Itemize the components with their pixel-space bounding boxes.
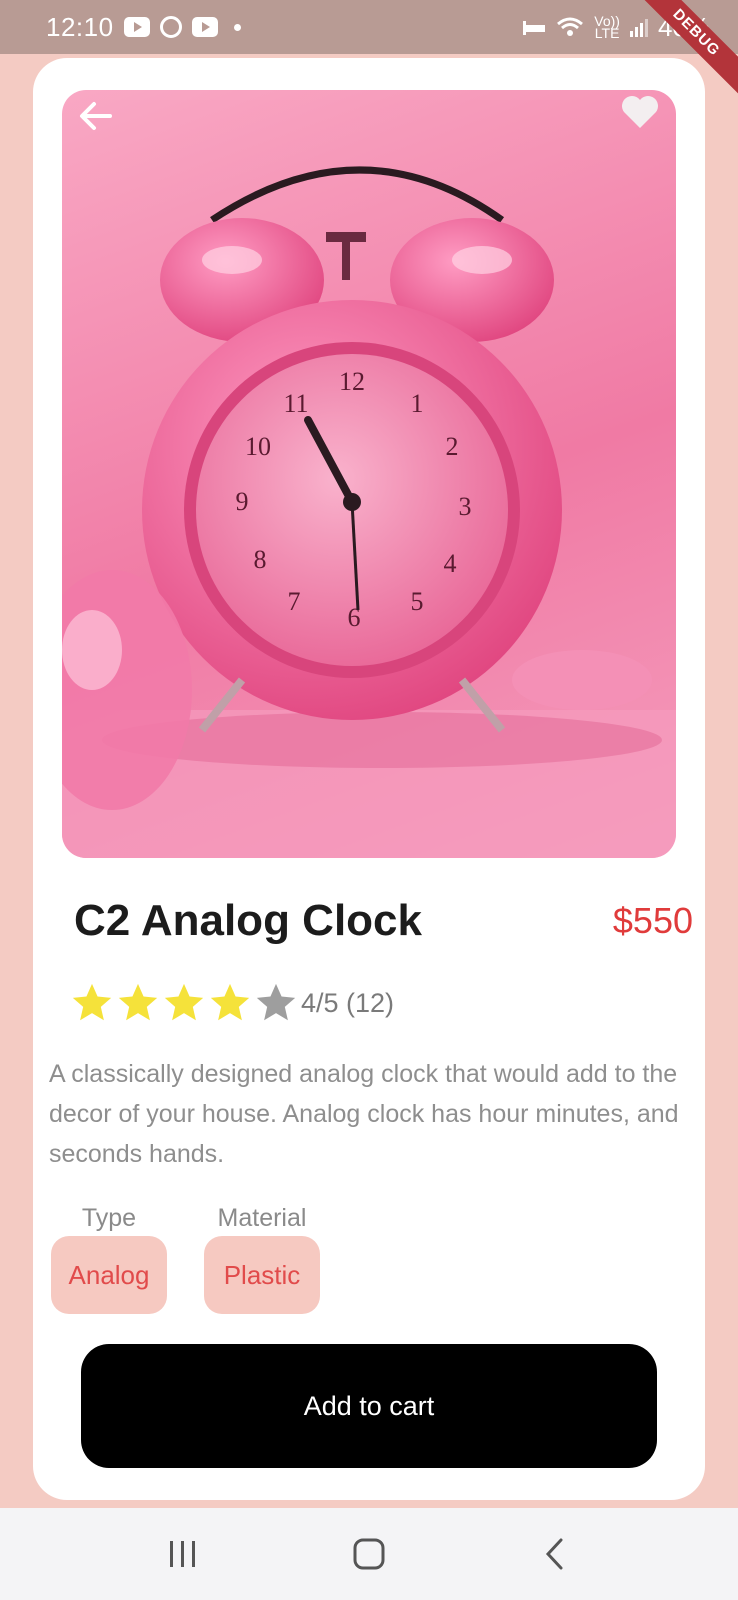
status-bar: 12:10 Vo)) LTE 40% <box>0 0 738 54</box>
svg-text:11: 11 <box>283 389 308 418</box>
attribute-material: Material Plastic <box>204 1202 320 1314</box>
system-nav-bar <box>0 1508 738 1600</box>
arrow-left-icon <box>80 102 112 130</box>
product-rating: 4/5 (12) <box>69 980 394 1026</box>
nav-home-button[interactable] <box>339 1524 399 1584</box>
lte-indicator: Vo)) LTE <box>594 14 620 41</box>
whatsapp-icon <box>159 16 182 38</box>
svg-text:2: 2 <box>446 432 459 461</box>
add-to-cart-button[interactable]: Add to cart <box>81 1344 657 1468</box>
svg-text:7: 7 <box>288 587 301 616</box>
favorite-button[interactable] <box>620 94 666 140</box>
nav-recents-button[interactable] <box>153 1524 213 1584</box>
product-card: 12 1 2 3 4 5 6 7 8 9 10 11 C2 Analog Clo… <box>33 58 705 1500</box>
attribute-type-chip[interactable]: Analog <box>51 1236 167 1314</box>
network-label: LTE <box>594 25 620 41</box>
product-description: A classically designed analog clock that… <box>49 1060 679 1168</box>
status-time: 12:10 <box>46 11 114 42</box>
svg-text:4: 4 <box>444 549 457 578</box>
product-title: C2 Analog Clock <box>74 896 422 945</box>
nav-back-button[interactable] <box>525 1524 585 1584</box>
alarm-bed-icon <box>523 21 546 35</box>
notification-dot-icon <box>233 23 241 31</box>
signal-icon <box>629 17 648 37</box>
svg-text:5: 5 <box>411 587 424 616</box>
home-icon <box>353 1538 385 1570</box>
star-filled-icon <box>118 983 158 1021</box>
star-filled-icon <box>164 983 204 1021</box>
rating-text: 4/5 (12) <box>301 987 395 1018</box>
product-price: $550 <box>612 900 693 941</box>
svg-text:12: 12 <box>339 367 365 396</box>
star-filled-icon <box>72 983 112 1021</box>
back-button[interactable] <box>78 98 122 142</box>
youtube-icon <box>191 17 218 37</box>
wifi-icon <box>557 17 584 36</box>
attribute-material-label: Material <box>217 1204 307 1232</box>
star-empty-icon <box>256 983 296 1021</box>
svg-text:8: 8 <box>254 545 267 574</box>
recents-icon <box>170 1541 195 1567</box>
youtube-icon <box>123 17 150 37</box>
svg-text:3: 3 <box>459 492 472 521</box>
svg-text:9: 9 <box>236 487 249 516</box>
svg-text:10: 10 <box>245 432 271 461</box>
alarm-clock-illustration: 12 1 2 3 4 5 6 7 8 9 10 11 <box>62 166 676 858</box>
svg-text:1: 1 <box>411 389 424 418</box>
star-filled-icon <box>210 983 250 1021</box>
heart-icon <box>622 96 658 128</box>
attribute-type: Type Analog <box>51 1202 167 1314</box>
attribute-material-chip[interactable]: Plastic <box>204 1236 320 1314</box>
chevron-left-icon <box>545 1538 563 1570</box>
status-left: 12:10 <box>46 12 241 43</box>
product-image: 12 1 2 3 4 5 6 7 8 9 10 11 <box>62 90 676 858</box>
star-rating <box>69 980 299 1026</box>
product-detail-screen: 12:10 Vo)) LTE 40% D <box>0 0 738 1600</box>
attribute-type-label: Type <box>81 1204 137 1232</box>
